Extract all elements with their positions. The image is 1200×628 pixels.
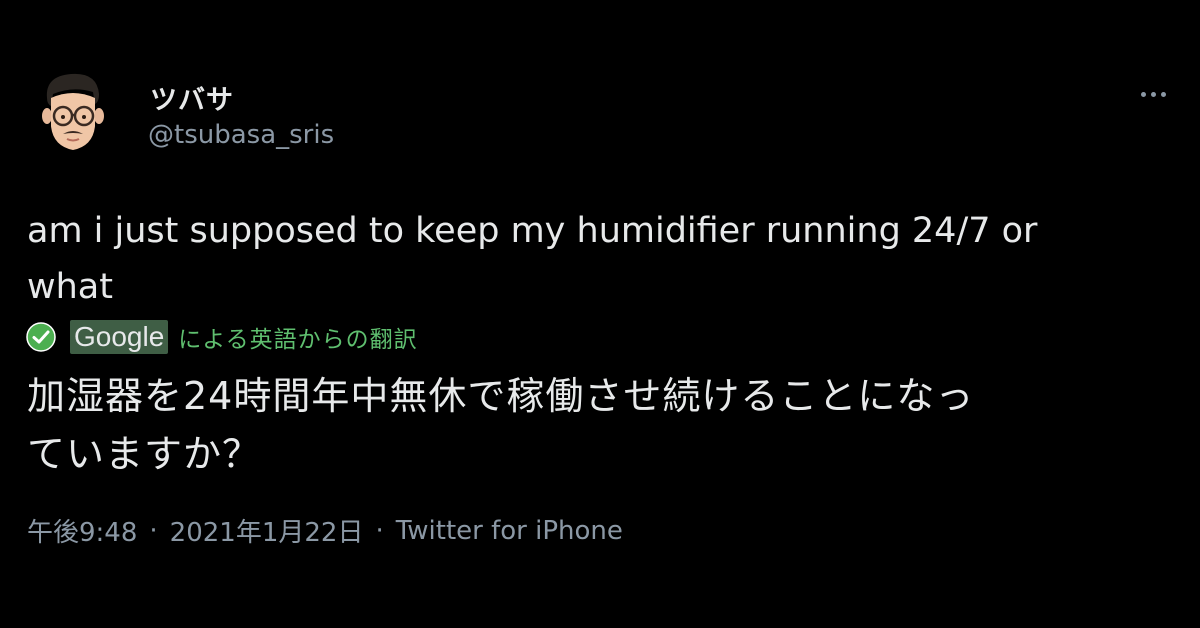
memoji-avatar-icon [42,73,104,150]
check-circle-icon [26,322,56,352]
tweet-date[interactable]: 2021年1月22日 [170,512,364,549]
google-logo: Google [70,320,169,354]
tweet-text: am i just supposed to keep my humidifier… [27,211,1038,307]
display-name[interactable]: ツバサ [150,78,234,117]
user-handle[interactable]: @tsubasa_sris [148,120,334,150]
meta-separator: · [375,515,384,546]
tweet-source[interactable]: Twitter for iPhone [396,516,623,546]
avatar[interactable] [33,68,113,154]
tweet-meta: 午後9:48 · 2021年1月22日 · Twitter for iPhone [27,512,623,549]
more-options-button[interactable] [1130,80,1176,108]
more-dot-icon [1150,91,1156,97]
more-dot-icon [1160,91,1166,97]
more-dot-icon [1140,91,1146,97]
tweet-time[interactable]: 午後9:48 [27,512,137,549]
meta-separator: · [149,515,158,546]
tweet-card: ツバサ @tsubasa_sris am i just supposed to … [0,0,1200,628]
translation-bar[interactable]: Google による英語からの翻訳 [26,319,418,355]
translation-label[interactable]: による英語からの翻訳 [178,320,417,354]
translated-text: 加湿器を24時間年中無休で稼働させ続けることになっ ていますか？ [27,374,975,476]
